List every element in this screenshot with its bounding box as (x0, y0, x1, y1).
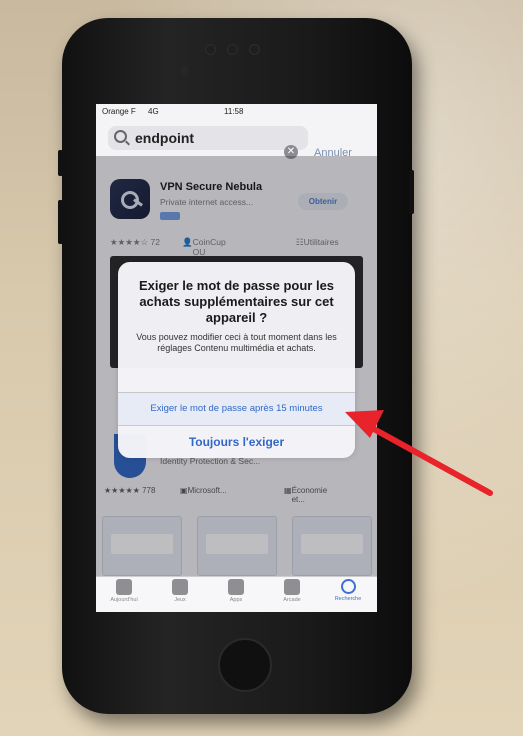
red-arrow-annotation (345, 410, 493, 496)
